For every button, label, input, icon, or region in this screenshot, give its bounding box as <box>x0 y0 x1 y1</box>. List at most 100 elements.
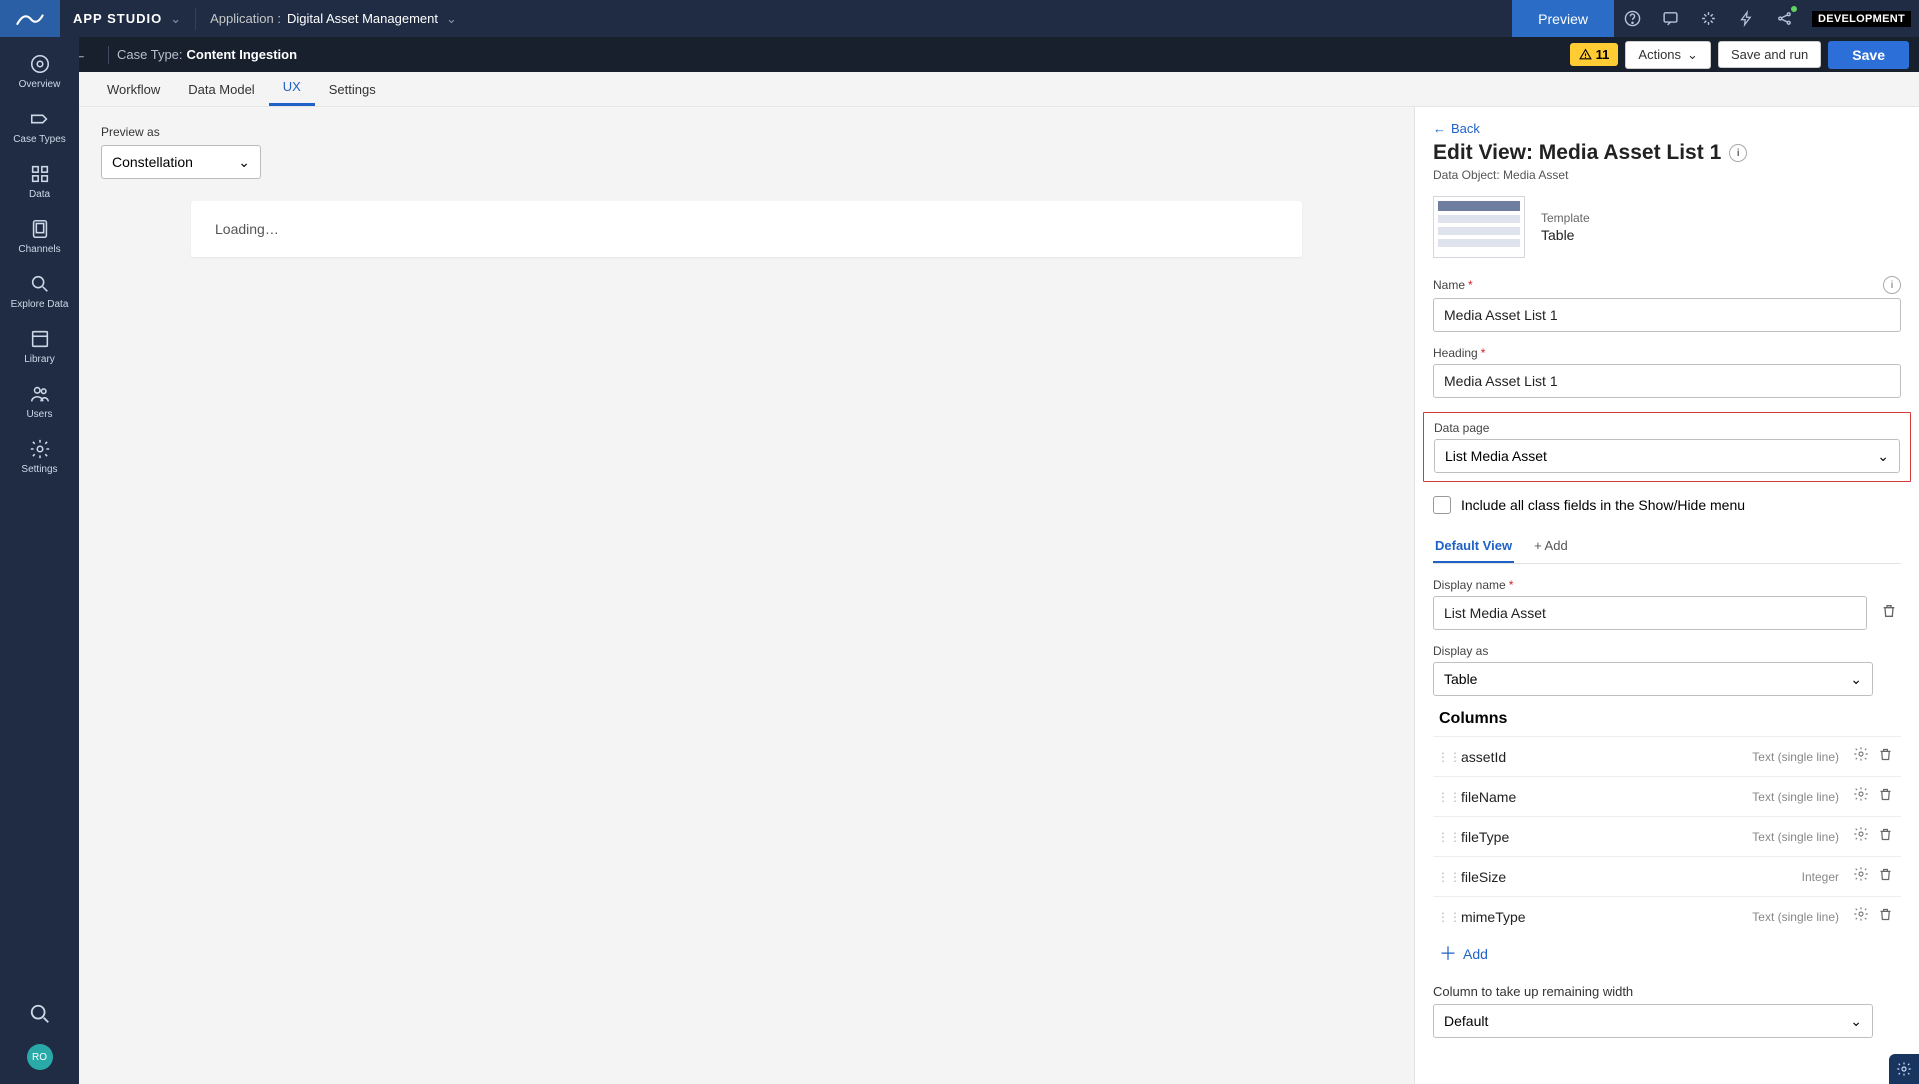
display-as-select[interactable]: Table ⌄ <box>1433 662 1873 696</box>
save-and-run-button[interactable]: Save and run <box>1718 41 1821 68</box>
drag-handle-icon[interactable]: ⋮⋮ <box>1437 750 1455 764</box>
tab-settings[interactable]: Settings <box>315 73 390 106</box>
info-icon[interactable]: i <box>1729 144 1747 162</box>
tab-workflow[interactable]: Workflow <box>93 73 174 106</box>
nav-data[interactable]: Data <box>0 153 79 208</box>
column-delete-icon[interactable] <box>1873 907 1897 927</box>
display-name-input[interactable] <box>1433 596 1867 630</box>
display-as-label: Display as <box>1433 644 1488 658</box>
column-settings-icon[interactable] <box>1849 786 1873 807</box>
nav-settings-label: Settings <box>21 464 57 475</box>
chevron-down-icon: ⌄ <box>1687 47 1698 63</box>
bolt-icon[interactable] <box>1728 0 1766 37</box>
tab-default-view[interactable]: Default View <box>1433 530 1514 563</box>
save-button[interactable]: Save <box>1828 41 1909 69</box>
column-row: ⋮⋮ fileSize Integer <box>1433 856 1901 896</box>
nav-library-label: Library <box>24 354 55 365</box>
drag-handle-icon[interactable]: ⋮⋮ <box>1437 830 1455 844</box>
application-label: Application : <box>210 11 281 26</box>
template-value: Table <box>1541 227 1590 243</box>
column-type: Text (single line) <box>1752 830 1839 844</box>
column-name: fileSize <box>1461 869 1802 885</box>
nav-channels[interactable]: Channels <box>0 208 79 263</box>
chevron-down-icon: ⌄ <box>1850 1013 1862 1030</box>
column-type: Integer <box>1802 870 1839 884</box>
column-delete-icon[interactable] <box>1873 787 1897 807</box>
chevron-down-icon: ⌄ <box>238 154 250 171</box>
pega-logo[interactable] <box>0 0 60 37</box>
column-settings-icon[interactable] <box>1849 866 1873 887</box>
data-page-value: List Media Asset <box>1445 448 1547 464</box>
view-tabs: Default View + Add <box>1433 530 1901 564</box>
main-area: Preview as Constellation ⌄ Loading… <box>79 107 1414 1084</box>
preview-as-select[interactable]: Constellation ⌄ <box>101 145 261 179</box>
nav-settings[interactable]: Settings <box>0 428 79 483</box>
nav-explore-data[interactable]: Explore Data <box>0 263 79 318</box>
help-icon[interactable] <box>1614 0 1652 37</box>
info-icon[interactable]: i <box>1883 276 1901 294</box>
required-marker: * <box>1481 346 1486 360</box>
separator <box>195 8 196 30</box>
chat-icon[interactable] <box>1652 0 1690 37</box>
heading-input[interactable] <box>1433 364 1901 398</box>
panel-back-link[interactable]: ← Back <box>1433 121 1901 136</box>
column-row: ⋮⋮ fileType Text (single line) <box>1433 816 1901 856</box>
arrow-left-icon: ← <box>1433 121 1446 136</box>
application-switcher-icon[interactable]: ⌄ <box>446 11 457 27</box>
col-remaining-select[interactable]: Default ⌄ <box>1433 1004 1873 1038</box>
tab-ux[interactable]: UX <box>269 70 315 106</box>
column-settings-icon[interactable] <box>1849 746 1873 767</box>
name-input[interactable] <box>1433 298 1901 332</box>
edit-view-panel: ← Back Edit View: Media Asset List 1 i D… <box>1414 107 1919 1084</box>
column-name: assetId <box>1461 749 1752 765</box>
preview-button[interactable]: Preview <box>1512 0 1614 37</box>
column-settings-icon[interactable] <box>1849 906 1873 927</box>
chevron-down-icon: ⌄ <box>1850 671 1862 688</box>
column-delete-icon[interactable] <box>1873 747 1897 767</box>
column-delete-icon[interactable] <box>1873 867 1897 887</box>
save-and-run-label: Save and run <box>1731 47 1808 62</box>
nav-case-types[interactable]: Case Types <box>0 98 79 153</box>
column-type: Text (single line) <box>1752 750 1839 764</box>
share-icon[interactable] <box>1766 0 1804 37</box>
separator <box>108 46 109 64</box>
drag-handle-icon[interactable]: ⋮⋮ <box>1437 870 1455 884</box>
search-icon[interactable] <box>20 994 60 1034</box>
column-name: mimeType <box>1461 909 1752 925</box>
drag-handle-icon[interactable]: ⋮⋮ <box>1437 790 1455 804</box>
sparkle-icon[interactable] <box>1690 0 1728 37</box>
include-all-checkbox[interactable] <box>1433 496 1451 514</box>
corner-settings-icon[interactable] <box>1889 1054 1919 1084</box>
sub-bar: ← Case Type: Content Ingestion 11 Action… <box>0 37 1919 72</box>
display-name-label: Display name <box>1433 578 1506 592</box>
tab-add-view[interactable]: + Add <box>1532 530 1570 563</box>
actions-button[interactable]: Actions ⌄ <box>1625 41 1711 69</box>
nav-library[interactable]: Library <box>0 318 79 373</box>
actions-button-label: Actions <box>1638 47 1681 62</box>
nav-users-label: Users <box>26 409 52 420</box>
column-delete-icon[interactable] <box>1873 827 1897 847</box>
column-settings-icon[interactable] <box>1849 826 1873 847</box>
tab-data-model[interactable]: Data Model <box>174 73 268 106</box>
save-button-label: Save <box>1852 47 1885 63</box>
nav-data-label: Data <box>29 189 50 200</box>
preview-as-value: Constellation <box>112 154 193 170</box>
warnings-badge[interactable]: 11 <box>1570 43 1619 66</box>
environment-badge: DEVELOPMENT <box>1812 11 1911 27</box>
column-row: ⋮⋮ fileName Text (single line) <box>1433 776 1901 816</box>
loading-card: Loading… <box>191 201 1302 257</box>
preview-button-label: Preview <box>1538 11 1588 27</box>
drag-handle-icon[interactable]: ⋮⋮ <box>1437 910 1455 924</box>
columns-header: Columns <box>1439 710 1901 728</box>
user-avatar[interactable]: RO <box>27 1044 53 1070</box>
add-column-button[interactable]: ＋ Add <box>1433 936 1901 972</box>
panel-subtitle: Data Object: Media Asset <box>1433 168 1901 182</box>
data-page-select[interactable]: List Media Asset ⌄ <box>1434 439 1900 473</box>
nav-overview[interactable]: Overview <box>0 43 79 98</box>
nav-users[interactable]: Users <box>0 373 79 428</box>
app-studio-switcher-icon[interactable]: ⌄ <box>170 11 181 27</box>
delete-display-name-icon[interactable] <box>1877 603 1901 624</box>
avatar-initials: RO <box>32 1052 47 1063</box>
template-label: Template <box>1541 211 1590 225</box>
display-name-group: Display name* <box>1433 578 1901 630</box>
